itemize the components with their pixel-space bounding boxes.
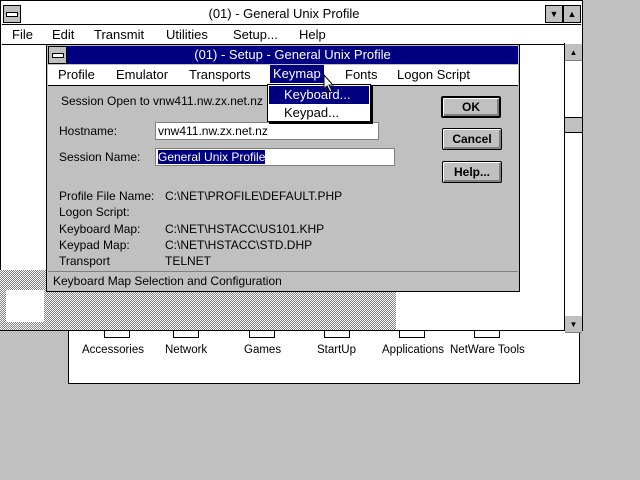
session-open-text: Session Open to vnw411.nw.zx.net.nz <box>61 94 263 108</box>
info-label-keypad-map: Keypad Map: <box>59 238 130 252</box>
group-label-games[interactable]: Games <box>244 344 281 356</box>
dropdown-item-keyboard[interactable]: Keyboard... <box>269 86 369 104</box>
menu-transmit[interactable]: Transmit <box>94 27 144 42</box>
menu-file[interactable]: File <box>12 27 33 42</box>
main-menubar: File Edit Transmit Utilities Setup... He… <box>2 24 581 45</box>
info-label-transport: Transport <box>59 254 110 268</box>
group-label-accessories[interactable]: Accessories <box>82 344 144 356</box>
group-label-applications[interactable]: Applications <box>382 344 444 356</box>
program-group-window: Accessories Network Games StartUp Applic… <box>68 330 580 384</box>
dialog-menubar: Profile Emulator Transports Keymap Fonts… <box>48 65 518 86</box>
applications-group-icon[interactable] <box>399 331 425 338</box>
minimize-arrow-icon: ▼ <box>549 9 559 19</box>
startup-group-icon[interactable] <box>324 331 350 338</box>
group-label-startup[interactable]: StartUp <box>317 344 356 356</box>
maximize-button[interactable]: ▲ <box>563 5 581 23</box>
group-label-network[interactable]: Network <box>165 344 207 356</box>
cancel-button[interactable]: Cancel <box>442 128 502 150</box>
mouse-cursor-icon <box>323 74 335 93</box>
info-label-logon-script: Logon Script: <box>59 205 130 219</box>
dropdown-item-keypad[interactable]: Keypad... <box>269 104 369 122</box>
info-label-profile-file: Profile File Name: <box>59 189 155 203</box>
scroll-down-icon: ▼ <box>569 319 578 329</box>
dialog-system-menu-icon <box>51 52 64 58</box>
info-value-keypad-map: C:\NET\HSTACC\STD.DHP <box>165 238 313 252</box>
session-name-selected-text: General Unix Profile <box>158 150 266 164</box>
dialog-menu-logon-script[interactable]: Logon Script <box>397 67 470 82</box>
scroll-up-button[interactable]: ▲ <box>565 43 582 61</box>
minimize-button[interactable]: ▼ <box>545 5 563 23</box>
netware-tools-group-icon[interactable] <box>474 331 500 338</box>
group-label-netware-tools[interactable]: NetWare Tools <box>450 344 525 356</box>
games-group-icon[interactable] <box>249 331 275 338</box>
blank-area <box>6 290 44 322</box>
session-name-label: Session Name: <box>59 150 141 164</box>
dialog-menu-fonts[interactable]: Fonts <box>345 67 378 82</box>
system-menu-icon <box>6 11 18 17</box>
menu-edit[interactable]: Edit <box>52 27 74 42</box>
info-value-keyboard-map: C:\NET\HSTACC\US101.KHP <box>165 222 325 236</box>
dialog-system-menu-button[interactable] <box>48 46 67 64</box>
keymap-dropdown-menu: Keyboard... Keypad... <box>267 84 371 122</box>
menu-setup[interactable]: Setup... <box>233 27 278 42</box>
info-value-profile-file: C:\NET\PROFILE\DEFAULT.PHP <box>165 189 343 203</box>
info-value-transport: TELNET <box>165 254 212 268</box>
help-button[interactable]: Help... <box>442 161 502 183</box>
info-label-keyboard-map: Keyboard Map: <box>59 222 141 236</box>
session-name-field[interactable]: General Unix Profile <box>155 148 395 166</box>
accessories-group-icon[interactable] <box>104 331 130 338</box>
maximize-arrow-icon: ▲ <box>567 9 577 19</box>
menu-help[interactable]: Help <box>299 27 326 42</box>
dialog-title: (01) - Setup - General Unix Profile <box>67 46 518 64</box>
dialog-menu-emulator[interactable]: Emulator <box>116 67 168 82</box>
dialog-menu-profile[interactable]: Profile <box>58 67 95 82</box>
menu-utilities[interactable]: Utilities <box>166 27 208 42</box>
main-window-title: (01) - General Unix Profile <box>23 5 545 23</box>
scroll-thumb[interactable] <box>565 117 582 133</box>
scroll-up-icon: ▲ <box>569 47 578 57</box>
vertical-scrollbar[interactable]: ▲ ▼ <box>564 43 582 333</box>
scroll-down-button[interactable]: ▼ <box>565 315 582 333</box>
system-menu-button[interactable] <box>3 5 21 23</box>
hostname-field[interactable]: vnw411.nw.zx.net.nz <box>155 122 379 140</box>
dialog-menu-transports[interactable]: Transports <box>189 67 251 82</box>
dialog-menu-keymap[interactable]: Keymap <box>270 65 324 83</box>
hostname-label: Hostname: <box>59 124 118 138</box>
status-line: Keyboard Map Selection and Configuration <box>48 271 518 290</box>
ok-button[interactable]: OK <box>441 96 501 118</box>
setup-dialog: (01) - Setup - General Unix Profile Prof… <box>46 44 520 292</box>
network-group-icon[interactable] <box>173 331 199 338</box>
